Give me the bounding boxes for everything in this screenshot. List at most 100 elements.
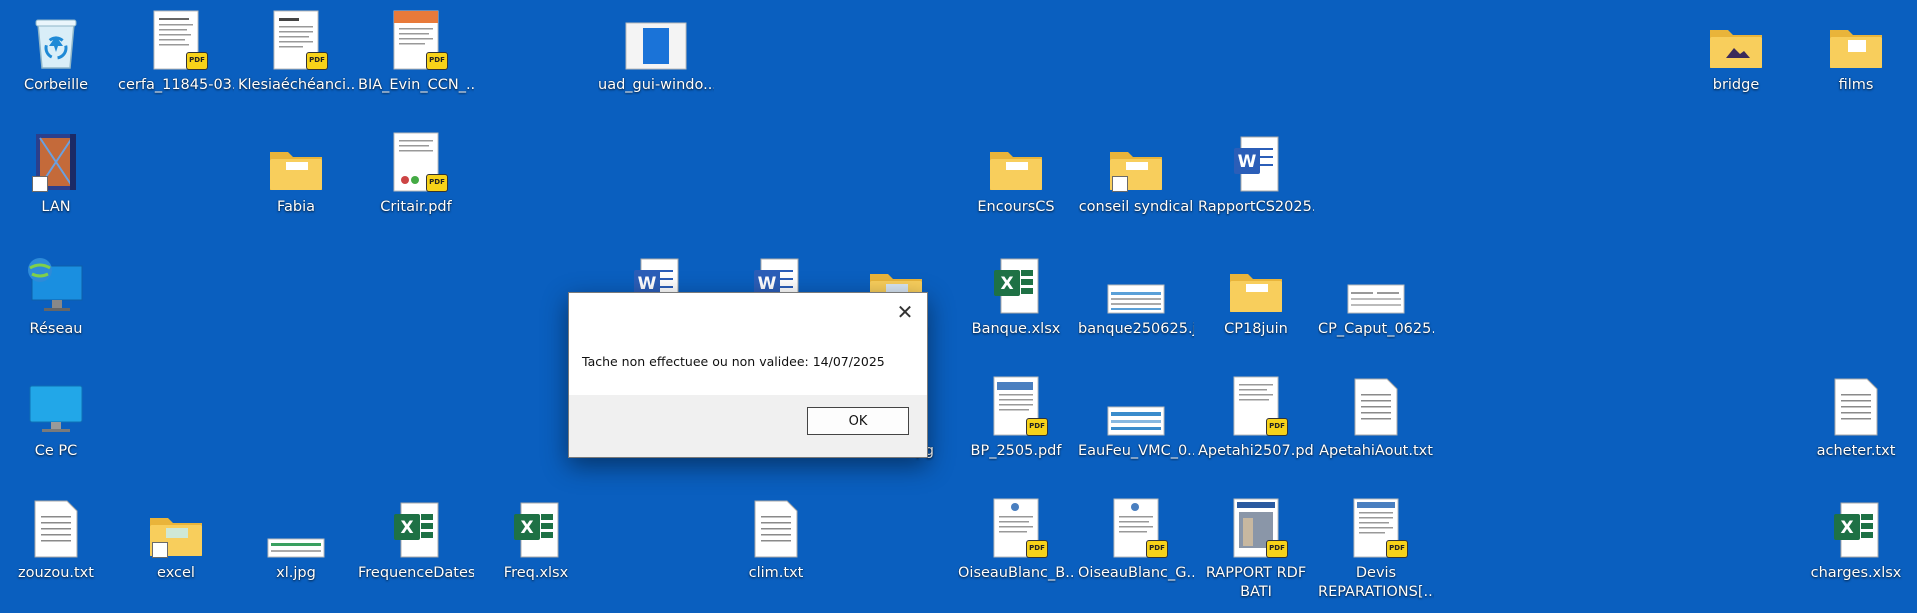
desktop-icon-cerfa[interactable]: PDF cerfa_11845-03.... [118,4,234,118]
text-file-icon [20,494,92,558]
folder-icon [140,494,212,558]
pdf-file-icon: PDF [1340,494,1412,558]
dialog-footer: OK [569,395,927,457]
desktop-icon-corbeille[interactable]: Corbeille [0,4,114,118]
desktop-icon-label: films [1838,77,1874,93]
desktop-icon-oiseaublanc-b[interactable]: PDF OiseauBlanc_B... [958,492,1074,606]
desktop-icon-conseil-syndical[interactable]: conseil syndical [1078,126,1194,240]
desktop-icon-clim[interactable]: clim.txt [718,492,834,606]
desktop-icon-label: ApetahiAout.txt [1319,443,1433,459]
excel-file-icon: X [1820,494,1892,558]
pdf-file-icon: PDF [140,6,212,70]
desktop-icon-oiseaublanc-g[interactable]: PDF OiseauBlanc_G... [1078,492,1194,606]
desktop-icon-label: OiseauBlanc_G... [1078,565,1194,581]
desktop-icon-cp18juin[interactable]: CP18juin [1198,248,1314,362]
text-file-icon [1340,372,1412,436]
network-icon [20,250,92,314]
shortcut-arrow-icon [152,542,168,558]
recycle-bin-icon [20,6,92,70]
pdf-badge-icon: PDF [1266,418,1288,436]
desktop-icon-bia[interactable]: PDF BIA_Evin_CCN_... [358,4,474,118]
shortcut-arrow-icon [1112,176,1128,192]
desktop-icon-devis-reparations[interactable]: PDF Devis REPARATIONS[... [1318,492,1434,606]
pdf-file-icon: PDF [1220,494,1292,558]
pdf-badge-icon: PDF [1266,540,1288,558]
text-file-icon [740,494,812,558]
desktop-icon-label: bridge [1712,77,1760,93]
image-file-icon [1100,372,1172,436]
desktop-icon-label: Ce PC [34,443,78,459]
desktop-icon-banque250625[interactable]: banque250625.j... [1078,248,1194,362]
desktop-icon-eaufeu-vmc[interactable]: EauFeu_VMC_0... [1078,370,1194,484]
desktop-icon-bridge[interactable]: bridge [1678,4,1794,118]
desktop-icon-label: CP_Caput_0625.j... [1318,321,1434,337]
desktop-icon-apetahiaout[interactable]: ApetahiAout.txt [1318,370,1434,484]
desktop-icon-critair[interactable]: PDF Critair.pdf [358,126,474,240]
desktop-icon-label: zouzou.txt [18,565,94,581]
desktop-icon-label: conseil syndical [1078,199,1194,215]
desktop-icon-rapport-rdf[interactable]: PDF RAPPORT RDF BATI SERVICES... [1198,492,1314,606]
svg-text:X: X [520,518,533,538]
desktop-icon-label: Critair.pdf [380,199,452,215]
folder-icon [260,128,332,192]
pdf-file-icon: PDF [980,494,1052,558]
desktop-icon-lan[interactable]: LAN [0,126,114,240]
pdf-badge-icon: PDF [1146,540,1168,558]
excel-file-icon: X [500,494,572,558]
desktop-icon-reseau[interactable]: Réseau [0,248,114,362]
desktop-icon-label: BP_2505.pdf [970,443,1062,459]
desktop-icon-zouzou[interactable]: zouzou.txt [0,492,114,606]
pdf-file-icon: PDF [380,6,452,70]
dialog-titlebar[interactable]: ✕ [569,293,927,331]
desktop-icon-films[interactable]: films [1798,4,1914,118]
desktop-icon-encourscs[interactable]: EncoursCS [958,126,1074,240]
desktop-icon-label: excel [157,565,195,581]
message-dialog: ✕ Tache non effectuee ou non validee: 14… [568,292,928,458]
desktop-icon-frequencedates[interactable]: X FrequenceDates... [358,492,474,606]
desktop-icon-uad-gui[interactable]: uad_gui-windo... [598,4,714,118]
desktop-icon-banque-xlsx[interactable]: X Banque.xlsx [958,248,1074,362]
desktop-icon-rapportcs2025[interactable]: W RapportCS2025.... [1198,126,1314,240]
desktop-icon-fabia[interactable]: Fabia [238,126,354,240]
desktop-icon-acheter[interactable]: acheter.txt [1798,370,1914,484]
close-icon[interactable]: ✕ [891,299,919,325]
excel-file-icon: X [980,250,1052,314]
desktop-icon-klesia[interactable]: PDF Klesiaéchéanci... [238,4,354,118]
desktop-icon-apetahi2507[interactable]: PDF Apetahi2507.pdf [1198,370,1314,484]
dialog-message: Tache non effectuee ou non validee: 14/0… [569,331,927,391]
pdf-badge-icon: PDF [1026,540,1048,558]
desktop-icon-excel-folder[interactable]: excel [118,492,234,606]
desktop-icon-label: clim.txt [748,565,804,581]
desktop-icon-bp2505[interactable]: PDF BP_2505.pdf [958,370,1074,484]
svg-text:W: W [638,274,657,294]
desktop-icon-label: banque250625.j... [1078,321,1194,337]
folder-icon [1820,6,1892,70]
word-file-icon: W [1220,128,1292,192]
pdf-badge-icon: PDF [426,174,448,192]
ok-button[interactable]: OK [807,407,909,435]
desktop: Corbeille PDF cerfa_11845-03.... PDF Kle… [0,0,1917,613]
pdf-file-icon: PDF [380,128,452,192]
desktop-icon-label: acheter.txt [1816,443,1896,459]
desktop-icon-ce-pc[interactable]: Ce PC [0,370,114,484]
desktop-icon-label: LAN [41,199,71,215]
desktop-icon-label: EauFeu_VMC_0... [1078,443,1194,459]
image-file-icon [260,494,332,558]
text-file-icon [1820,372,1892,436]
svg-text:X: X [1840,518,1853,538]
pdf-badge-icon: PDF [186,52,208,70]
computer-monitor-icon [20,372,92,436]
desktop-icon-cp-caput[interactable]: CP_Caput_0625.j... [1318,248,1434,362]
desktop-icon-charges[interactable]: X charges.xlsx [1798,492,1914,606]
desktop-icon-label: uad_gui-windo... [598,77,714,93]
desktop-icon-xl-jpg[interactable]: xl.jpg [238,492,354,606]
folder-icon [980,128,1052,192]
desktop-icon-freq-xlsx[interactable]: X Freq.xlsx [478,492,594,606]
svg-text:W: W [1238,152,1257,172]
desktop-icon-label: Freq.xlsx [503,565,569,581]
shortcut-arrow-icon [32,176,48,192]
pdf-badge-icon: PDF [306,52,328,70]
desktop-icon-label: OiseauBlanc_B... [958,565,1074,581]
pdf-badge-icon: PDF [1026,418,1048,436]
excel-file-icon: X [380,494,452,558]
